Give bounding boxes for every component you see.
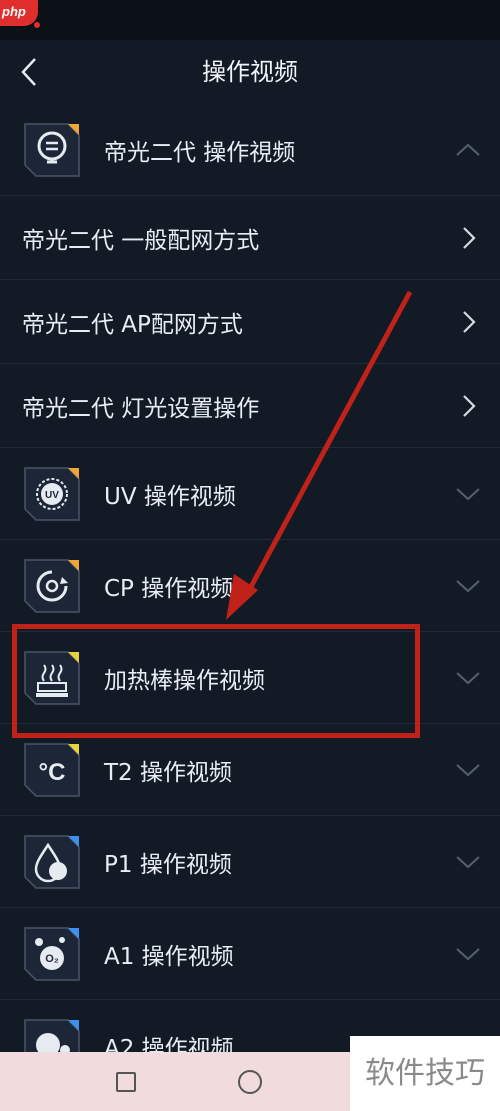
php-logo: php [0, 0, 38, 26]
video-list: 帝光二代 操作視频 帝光二代 一般配网方式 帝光二代 AP配网方式 帝光二代 灯… [0, 104, 500, 1092]
list-item-label: 帝光二代 AP配网方式 [22, 311, 243, 338]
thermometer-icon: °C [24, 742, 80, 797]
list-item-label: 帝光二代 灯光设置操作 [22, 395, 260, 422]
chevron-down-icon [456, 671, 480, 684]
chevron-up-icon [456, 143, 480, 156]
chevron-right-icon [463, 310, 476, 333]
list-item-a1[interactable]: O₂ A1 操作视频 [0, 908, 500, 1000]
list-item-label: CP 操作视频 [104, 575, 234, 602]
list-item-light-settings[interactable]: 帝光二代 灯光设置操作 [0, 364, 500, 448]
chevron-right-icon [463, 394, 476, 417]
watermark: 软件技巧 [350, 1036, 500, 1111]
list-item-label: 帝光二代 一般配网方式 [22, 227, 260, 254]
back-button[interactable] [14, 54, 44, 90]
list-item-label: UV 操作视频 [104, 483, 236, 510]
svg-text:O₂: O₂ [45, 953, 59, 965]
list-item-label: A1 操作视频 [104, 943, 234, 970]
list-item-heater[interactable]: 加热棒操作视频 [0, 632, 500, 724]
list-item-label: 加热棒操作视频 [104, 667, 265, 694]
chevron-down-icon [456, 579, 480, 592]
svg-text:°C: °C [39, 759, 66, 786]
list-item-t2[interactable]: °C T2 操作视频 [0, 724, 500, 816]
page-title: 操作视频 [202, 58, 298, 86]
chevron-down-icon [456, 947, 480, 960]
chevron-down-icon [456, 487, 480, 500]
svg-text:UV: UV [45, 490, 59, 501]
list-item-cp[interactable]: CP 操作视频 [0, 540, 500, 632]
uv-icon: UV [24, 466, 80, 521]
recent-apps-button[interactable] [116, 1072, 136, 1092]
chevron-down-icon [456, 763, 480, 776]
list-item-uv[interactable]: UV UV 操作视频 [0, 448, 500, 540]
list-item-label: T2 操作视频 [104, 759, 232, 786]
list-item-ap-network[interactable]: 帝光二代 AP配网方式 [0, 280, 500, 364]
list-item-label: P1 操作视频 [104, 851, 232, 878]
chevron-right-icon [463, 226, 476, 249]
list-item-diguang[interactable]: 帝光二代 操作視频 [0, 104, 500, 196]
chevron-down-icon [456, 855, 480, 868]
list-item-general-network[interactable]: 帝光二代 一般配网方式 [0, 196, 500, 280]
home-button[interactable] [238, 1070, 262, 1094]
header: 操作视频 [0, 40, 500, 104]
list-item-p1[interactable]: P1 操作视频 [0, 816, 500, 908]
status-bar: php [0, 0, 500, 40]
oxygen-icon: O₂ [24, 926, 80, 981]
list-item-label: 帝光二代 操作視频 [104, 139, 296, 166]
chevron-left-icon [21, 58, 36, 86]
heater-icon [24, 650, 80, 705]
status-dot-icon [34, 22, 40, 28]
water-drop-icon [24, 834, 80, 889]
cp-icon [24, 558, 80, 613]
lamp-icon [24, 122, 80, 177]
